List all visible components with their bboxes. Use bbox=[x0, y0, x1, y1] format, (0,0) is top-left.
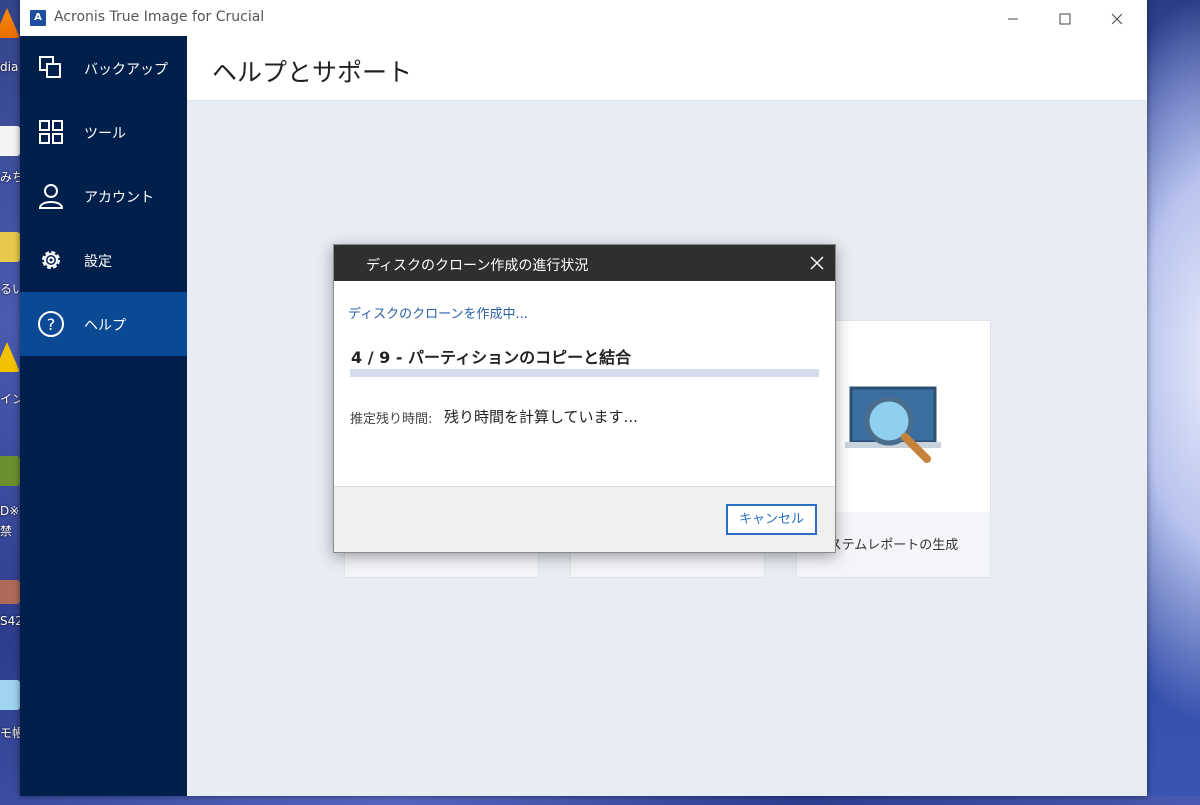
cancel-button[interactable]: キャンセル bbox=[726, 504, 817, 535]
dialog-title: ディスクのクローン作成の進行状況 bbox=[366, 258, 589, 274]
close-icon bbox=[1111, 13, 1123, 24]
warning-shortcut-icon[interactable] bbox=[0, 342, 20, 372]
clone-step-text: 4 / 9 - パーティションのコピーと結合 bbox=[351, 348, 632, 367]
dialog-close-button[interactable] bbox=[799, 245, 835, 281]
sidebar-item-tools[interactable]: ツール bbox=[20, 100, 187, 164]
estimate-value: 残り時間を計算しています... bbox=[444, 408, 638, 426]
close-button[interactable] bbox=[1091, 0, 1143, 36]
notepad-shortcut-icon[interactable] bbox=[0, 680, 20, 710]
sidebar-item-label: ツール bbox=[84, 126, 126, 142]
sidebar-item-help[interactable]: ? ヘルプ bbox=[20, 292, 187, 356]
maximize-button[interactable] bbox=[1039, 0, 1091, 36]
account-icon bbox=[38, 184, 64, 209]
image-shortcut-icon[interactable] bbox=[0, 232, 20, 262]
sidebar-item-label: 設定 bbox=[84, 254, 112, 270]
sidebar-item-label: ヘルプ bbox=[84, 318, 126, 334]
desktop-icon-label: dia bbox=[0, 60, 19, 74]
folder-shortcut-icon[interactable] bbox=[0, 126, 20, 156]
photo-shortcut-icon[interactable] bbox=[0, 580, 20, 604]
estimate-label: 推定残り時間: bbox=[350, 412, 433, 427]
app-shortcut-icon[interactable] bbox=[0, 456, 20, 486]
progress-bar bbox=[350, 369, 819, 377]
sidebar-item-settings[interactable]: 設定 bbox=[20, 228, 187, 292]
close-icon bbox=[810, 256, 824, 270]
vlc-shortcut-icon[interactable] bbox=[0, 8, 20, 38]
sidebar-item-label: バックアップ bbox=[84, 62, 168, 78]
maximize-icon bbox=[1059, 13, 1071, 24]
magnifier-laptop-icon bbox=[845, 386, 941, 463]
tools-grid-icon bbox=[39, 120, 63, 144]
acronis-logo-icon: A bbox=[30, 10, 46, 26]
sidebar: バックアップ ツール アカウント 設定 ? ヘルプ bbox=[20, 36, 187, 796]
window-title: Acronis True Image for Crucial bbox=[54, 9, 265, 25]
dialog-title-bar[interactable]: ディスクのクローン作成の進行状況 bbox=[334, 245, 835, 281]
sidebar-item-label: アカウント bbox=[84, 190, 154, 206]
clone-progress-dialog: ディスクのクローン作成の進行状況 ディスクのクローンを作成中... 4 / 9 … bbox=[333, 244, 836, 553]
backup-icon bbox=[39, 56, 61, 78]
clone-status-text: ディスクのクローンを作成中... bbox=[348, 307, 528, 322]
help-icon: ? bbox=[38, 311, 64, 337]
desktop-bottom-edge bbox=[0, 796, 1200, 805]
page-title: ヘルプとサポート bbox=[212, 58, 413, 87]
sidebar-item-backup[interactable]: バックアップ bbox=[20, 36, 187, 100]
gear-icon bbox=[42, 251, 60, 269]
minimize-icon bbox=[1008, 18, 1018, 19]
sidebar-item-account[interactable]: アカウント bbox=[20, 164, 187, 228]
title-bar[interactable]: A Acronis True Image for Crucial bbox=[20, 0, 1147, 37]
desktop-icon-column: dia みち るい イン D※ 禁 S42 モ帳 bbox=[0, 0, 24, 805]
dialog-footer: キャンセル bbox=[334, 486, 835, 552]
minimize-button[interactable] bbox=[987, 0, 1039, 36]
page-header: ヘルプとサポート bbox=[187, 36, 1147, 101]
svg-text:?: ? bbox=[47, 315, 56, 334]
desktop-icon-label: D※ bbox=[0, 504, 20, 518]
desktop-icon-label: 禁 bbox=[0, 524, 13, 538]
